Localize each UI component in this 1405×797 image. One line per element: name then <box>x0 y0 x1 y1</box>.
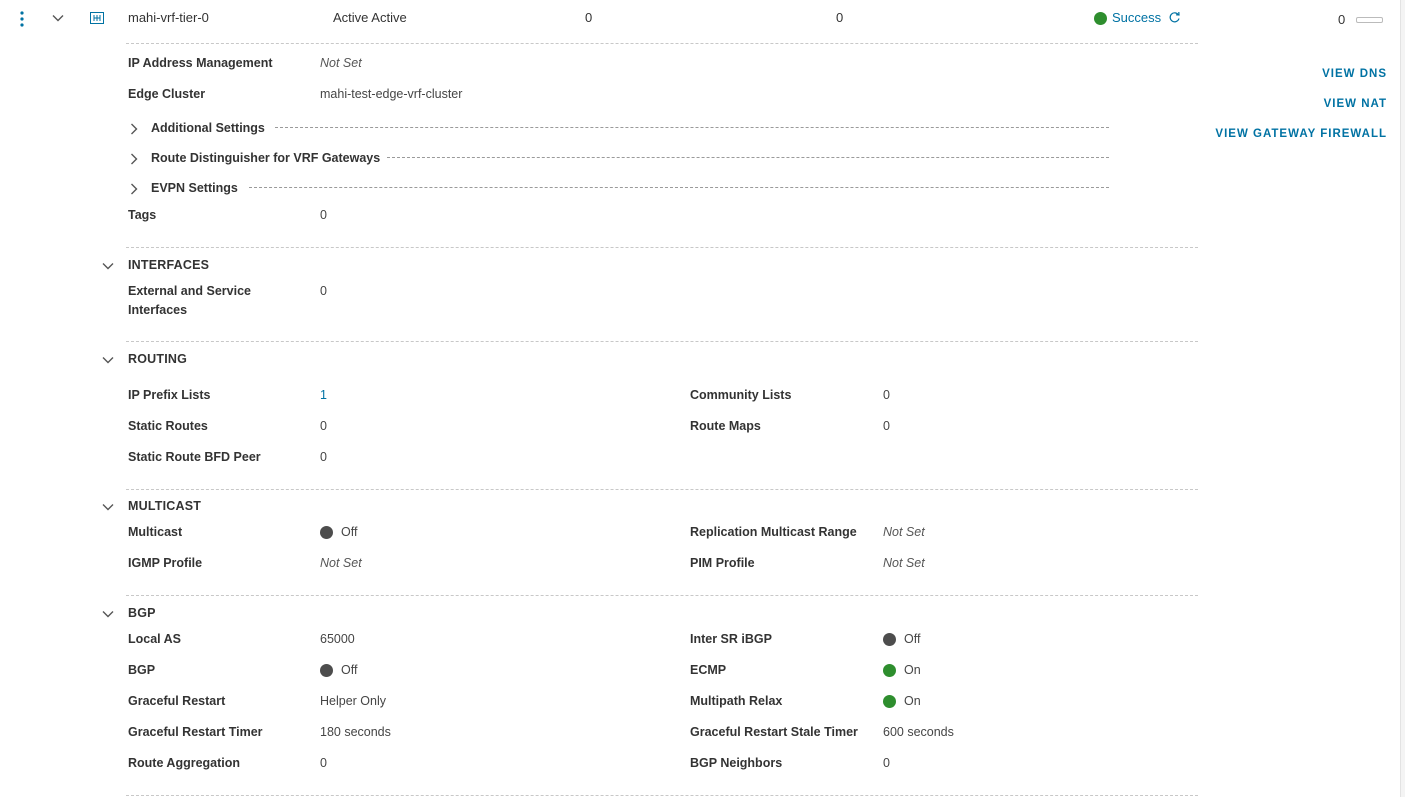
external-service-interfaces-label-2: Interfaces <box>128 303 188 317</box>
bgp-status: Off <box>320 663 358 678</box>
route-aggregation-value: 0 <box>320 756 327 770</box>
vertical-scrollbar[interactable] <box>1400 0 1405 797</box>
external-service-interfaces-value: 0 <box>320 284 327 298</box>
graceful-restart-stale-timer-value: 600 seconds <box>883 725 954 739</box>
route-distinguisher-chevron-icon[interactable] <box>127 152 141 169</box>
divider <box>126 595 1198 596</box>
static-routes-label: Static Routes <box>128 419 208 433</box>
row-collapse-chevron-icon[interactable] <box>51 11 65 28</box>
external-service-interfaces-label-1: External and Service <box>128 284 251 298</box>
ipam-value: Not Set <box>320 56 362 70</box>
multipath-relax-label: Multipath Relax <box>690 694 783 708</box>
view-dns-link[interactable]: VIEW DNS <box>1322 68 1387 80</box>
divider <box>126 489 1198 490</box>
igmp-profile-label: IGMP Profile <box>128 556 203 570</box>
local-as-label: Local AS <box>128 632 182 646</box>
ecmp-label: ECMP <box>690 663 727 677</box>
replication-multicast-range-value: Not Set <box>883 525 925 539</box>
inter-sr-ibgp-label: Inter SR iBGP <box>690 632 772 646</box>
row-actions-menu-icon[interactable] <box>19 10 25 31</box>
view-nat-link[interactable]: VIEW NAT <box>1324 98 1387 110</box>
local-as-value: 65000 <box>320 632 355 646</box>
off-status-icon <box>320 526 333 540</box>
inter-sr-ibgp-value: Off <box>904 632 921 646</box>
multipath-relax-value: On <box>904 694 921 708</box>
ecmp-status: On <box>883 663 921 678</box>
view-gateway-firewall-link[interactable]: VIEW GATEWAY FIREWALL <box>1215 128 1387 140</box>
additional-settings-toggle[interactable]: Additional Settings <box>151 121 265 135</box>
divider <box>126 795 1198 796</box>
multicast-collapse-chevron-icon[interactable] <box>101 500 115 517</box>
routing-collapse-chevron-icon[interactable] <box>101 353 115 370</box>
bgp-collapse-chevron-icon[interactable] <box>101 607 115 624</box>
community-lists-label: Community Lists <box>690 388 792 402</box>
on-status-icon <box>883 664 896 678</box>
static-routes-value: 0 <box>320 419 327 433</box>
col3-count: 0 <box>585 10 593 25</box>
interfaces-section-title: INTERFACES <box>128 258 210 272</box>
tags-value: 0 <box>320 208 327 222</box>
tags-label: Tags <box>128 208 157 222</box>
graceful-restart-timer-label: Graceful Restart Timer <box>128 725 263 739</box>
route-distinguisher-toggle[interactable]: Route Distinguisher for VRF Gateways <box>151 151 380 165</box>
additional-settings-chevron-icon[interactable] <box>127 122 141 139</box>
graceful-restart-timer-value: 180 seconds <box>320 725 391 739</box>
edge-cluster-value: mahi-test-edge-vrf-cluster <box>320 87 463 101</box>
replication-multicast-range-label: Replication Multicast Range <box>690 525 857 539</box>
route-aggregation-label: Route Aggregation <box>128 756 241 770</box>
edge-cluster-label: Edge Cluster <box>128 87 206 101</box>
multicast-value: Off <box>341 525 358 539</box>
ecmp-value: On <box>904 663 921 677</box>
route-maps-label: Route Maps <box>690 419 761 433</box>
col4-count: 0 <box>836 10 844 25</box>
status-text[interactable]: Success <box>1112 10 1161 25</box>
multicast-label: Multicast <box>128 525 183 539</box>
multicast-section-title: MULTICAST <box>128 499 202 513</box>
ha-mode: Active Active <box>333 10 407 25</box>
multipath-relax-status: On <box>883 694 921 709</box>
static-route-bfd-peer-value: 0 <box>320 450 327 464</box>
ipam-label: IP Address Management <box>128 56 273 70</box>
off-status-icon <box>883 633 896 647</box>
alarms-count: 0 <box>1338 12 1346 27</box>
refresh-icon[interactable] <box>1168 10 1181 25</box>
graceful-restart-value: Helper Only <box>320 694 386 708</box>
interfaces-collapse-chevron-icon[interactable] <box>101 259 115 276</box>
bgp-neighbors-label: BGP Neighbors <box>690 756 783 770</box>
divider <box>126 341 1198 342</box>
ip-prefix-lists-link[interactable]: 1 <box>320 388 327 402</box>
pim-profile-label: PIM Profile <box>690 556 755 570</box>
route-maps-value: 0 <box>883 419 890 433</box>
bgp-neighbors-value: 0 <box>883 756 890 770</box>
status-success-icon <box>1094 12 1107 26</box>
status-badge: Success <box>1094 10 1181 26</box>
divider <box>275 127 1109 128</box>
on-status-icon <box>883 695 896 709</box>
divider <box>387 157 1109 158</box>
bgp-value: Off <box>341 663 358 677</box>
bgp-section-title: BGP <box>128 606 156 620</box>
community-lists-value: 0 <box>883 388 890 402</box>
evpn-settings-chevron-icon[interactable] <box>127 182 141 199</box>
pim-profile-value: Not Set <box>883 556 925 570</box>
evpn-settings-toggle[interactable]: EVPN Settings <box>151 181 238 195</box>
graceful-restart-stale-timer-label: Graceful Restart Stale Timer <box>690 725 858 739</box>
ip-prefix-lists-label: IP Prefix Lists <box>128 388 211 402</box>
divider <box>249 187 1109 188</box>
gateway-topology-icon[interactable] <box>89 10 105 29</box>
divider <box>126 43 1198 44</box>
off-status-icon <box>320 664 333 678</box>
routing-section-title: ROUTING <box>128 352 188 366</box>
gateway-name: mahi-vrf-tier-0 <box>128 10 209 25</box>
multicast-status: Off <box>320 525 358 540</box>
alarms-bar <box>1356 17 1383 23</box>
bgp-label: BGP <box>128 663 156 677</box>
igmp-profile-value: Not Set <box>320 556 362 570</box>
divider <box>126 247 1198 248</box>
static-route-bfd-peer-label: Static Route BFD Peer <box>128 450 261 464</box>
inter-sr-ibgp-status: Off <box>883 632 921 647</box>
graceful-restart-label: Graceful Restart <box>128 694 226 708</box>
